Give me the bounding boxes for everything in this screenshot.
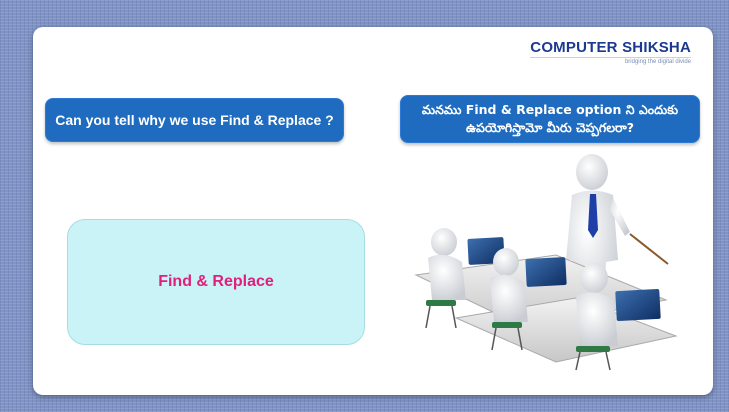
answer-box: Find & Replace [67, 219, 365, 345]
question-english-text: Can you tell why we use Find & Replace ? [55, 112, 334, 128]
logo-word-computer: COMPUTER [530, 39, 618, 56]
question-english-box: Can you tell why we use Find & Replace ? [45, 98, 344, 142]
logo-wordmark: COMPUTER SHIKSHA [530, 40, 691, 56]
question-telugu-box: మనము Find & Replace option ని ఎందుకు ఉపయ… [400, 95, 700, 143]
computer-shiksha-logo: COMPUTER SHIKSHA bridging the digital di… [530, 40, 691, 65]
question-telugu-line1: మనము Find & Replace option ని ఎందుకు [421, 102, 679, 117]
slide-card: COMPUTER SHIKSHA bridging the digital di… [33, 27, 713, 395]
logo-tagline: bridging the digital divide [530, 57, 691, 65]
question-telugu-line2: ఉపయోగిస్తామో మీరు చెప్పగలరా? [465, 120, 635, 135]
answer-text: Find & Replace [158, 273, 274, 290]
classroom-illustration [414, 154, 678, 371]
logo-word-shiksha: SHIKSHA [617, 39, 691, 56]
